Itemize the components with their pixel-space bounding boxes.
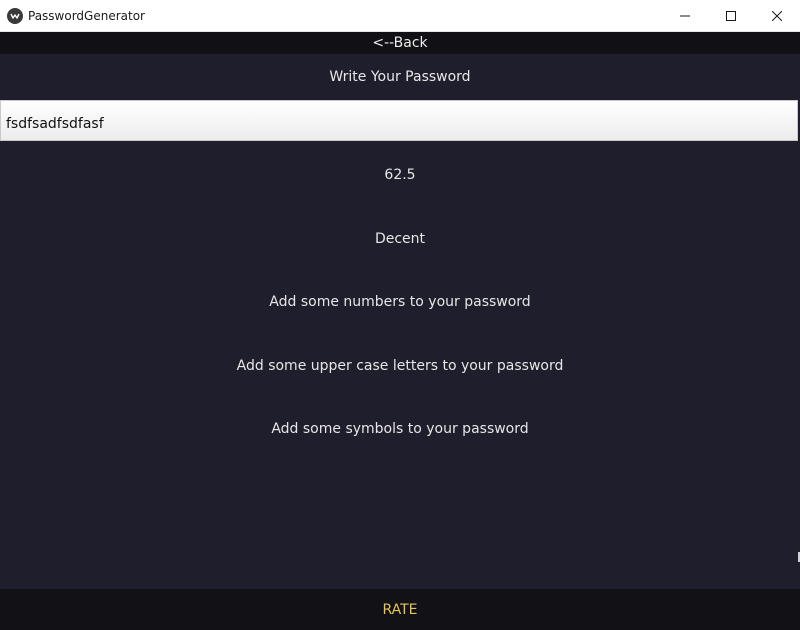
minimize-button[interactable] [662,0,708,32]
password-prompt-label: Write Your Password [329,69,471,85]
window-title: PasswordGenerator [28,8,145,23]
suggestion-symbols: Add some symbols to your password [271,421,529,437]
score-value: 62.5 [384,167,416,183]
app-logo-icon [7,7,23,24]
back-button[interactable]: <--Back [0,32,800,54]
app-window: PasswordGenerator <--Back Write Your Pas [0,0,800,630]
close-button[interactable] [754,0,800,32]
password-input[interactable] [0,100,798,141]
rate-button[interactable]: RATE [0,589,800,630]
minimize-icon [680,15,690,17]
suggestion-numbers: Add some numbers to your password [269,294,531,310]
rating-label: Decent [374,231,426,247]
maximize-button[interactable] [708,0,754,32]
close-icon [772,11,782,21]
maximize-icon [726,11,736,21]
window-controls [662,0,800,32]
title-bar: PasswordGenerator [0,0,800,32]
suggestion-uppercase: Add some upper case letters to your pass… [236,358,564,374]
